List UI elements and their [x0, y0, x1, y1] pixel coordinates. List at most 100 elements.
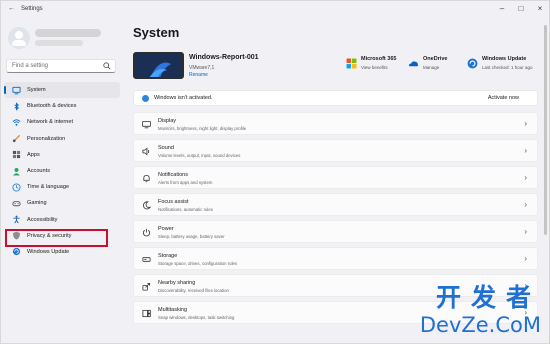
info-icon: [142, 95, 149, 102]
account-email-redacted: [35, 40, 83, 46]
card-subtitle: Snap windows, desktops, task switching: [158, 315, 235, 320]
device-name: Windows-Report-001: [189, 54, 259, 61]
quick-link-title: OneDrive: [423, 56, 448, 62]
avatar[interactable]: [8, 27, 30, 49]
apps-icon: [12, 150, 21, 159]
card-display[interactable]: Display Monitors, brightness, night ligh…: [133, 112, 538, 135]
card-sound[interactable]: Sound Volume levels, output, input, soun…: [133, 139, 538, 162]
sidebar-item-label: Bluetooth & devices: [27, 103, 77, 110]
title-bar: ← Settings – □ ×: [1, 1, 550, 21]
card-power[interactable]: Power Sleep, battery usage, battery save…: [133, 220, 538, 243]
gamepad-icon: [12, 199, 21, 208]
card-subtitle: Notifications, automatic rules: [158, 207, 213, 212]
accounts-icon: [12, 167, 21, 176]
quick-link-title: Windows Update: [482, 56, 527, 62]
card-title: Display: [158, 118, 177, 124]
sound-icon: [142, 147, 150, 156]
sidebar-item-label: Windows Update: [27, 248, 70, 255]
card-title: Storage: [158, 253, 178, 259]
windows-update-icon: [12, 247, 21, 256]
card-notifications[interactable]: Notifications Alerts from apps and syste…: [133, 166, 538, 189]
multitask-icon: [142, 309, 151, 318]
activate-now-button[interactable]: Activate now: [488, 95, 519, 101]
card-subtitle: Sleep, battery usage, battery saver: [158, 234, 225, 239]
main-content: System Windows-Report-001 VMware7,1 Rena…: [123, 21, 547, 344]
close-button[interactable]: ×: [533, 4, 547, 13]
onedrive-icon: [409, 61, 419, 67]
quick-link-windows-update[interactable]: Windows Update Last checked: 1 hour ago: [467, 56, 533, 70]
quick-link-sub: Last checked: 1 hour ago: [482, 65, 533, 70]
rename-link[interactable]: Rename: [189, 72, 208, 78]
sidebar: Find a setting System Bluetooth & device…: [1, 21, 123, 344]
bell-icon: [143, 174, 150, 183]
sidebar-item-system[interactable]: System: [4, 82, 120, 99]
system-icon: [12, 86, 21, 95]
sidebar-item-label: Network & internet: [27, 119, 74, 126]
minimize-button[interactable]: –: [495, 4, 509, 13]
card-title: Sound: [158, 145, 174, 151]
maximize-button[interactable]: □: [514, 4, 528, 13]
card-title: Nearby sharing: [158, 280, 196, 286]
sidebar-item-label: Time & language: [27, 184, 70, 191]
bluetooth-icon: [12, 102, 21, 111]
search-icon: [103, 62, 111, 70]
scrollbar-thumb[interactable]: [544, 25, 547, 235]
card-title: Notifications: [158, 172, 188, 178]
chevron-right-icon: ›: [524, 200, 527, 209]
quick-link-sub: Manage: [423, 65, 440, 70]
card-subtitle: Discoverability, received files location: [158, 288, 229, 293]
windows-update-icon: [467, 58, 478, 69]
chevron-right-icon: ›: [524, 146, 527, 155]
card-subtitle: Storage space, drives, configuration rul…: [158, 261, 238, 266]
card-multitasking[interactable]: Multitasking Snap windows, desktops, tas…: [133, 301, 538, 324]
chevron-right-icon: ›: [524, 254, 527, 263]
privacy-highlight-box: [5, 229, 108, 247]
globe-clock-icon: [12, 183, 21, 192]
sidebar-item-label: Accessibility: [27, 216, 58, 223]
card-subtitle: Volume levels, output, input, sound devi…: [158, 153, 241, 158]
sidebar-item-bluetooth[interactable]: Bluetooth & devices: [4, 98, 120, 114]
back-arrow-icon[interactable]: ←: [8, 5, 15, 12]
sidebar-item-personalization[interactable]: Personalization: [4, 131, 120, 147]
display-icon: [142, 120, 151, 129]
quick-link-title: Microsoft 365: [361, 56, 397, 62]
sidebar-item-accounts[interactable]: Accounts: [4, 163, 120, 179]
chevron-right-icon: ›: [524, 173, 527, 182]
card-storage[interactable]: Storage Storage space, drives, configura…: [133, 247, 538, 270]
storage-icon: [142, 257, 151, 262]
sidebar-item-label: System: [27, 87, 46, 94]
chevron-right-icon: ›: [524, 281, 527, 290]
network-icon: [12, 118, 21, 127]
quick-link-microsoft365[interactable]: Microsoft 365 View benefits: [346, 56, 396, 70]
card-subtitle: Alerts from apps and system: [158, 180, 213, 185]
quick-link-onedrive[interactable]: OneDrive Manage: [408, 56, 447, 70]
sidebar-item-gaming[interactable]: Gaming: [4, 195, 120, 211]
sidebar-item-label: Gaming: [27, 200, 47, 207]
settings-card-list: Display Monitors, brightness, night ligh…: [133, 112, 538, 328]
sidebar-item-label: Apps: [27, 151, 40, 158]
search-placeholder: Find a setting: [12, 63, 49, 69]
chevron-right-icon: ›: [524, 227, 527, 236]
sidebar-item-accessibility[interactable]: Accessibility: [4, 212, 120, 228]
microsoft365-icon: [346, 58, 357, 69]
search-input[interactable]: Find a setting: [6, 59, 116, 73]
sidebar-item-time-language[interactable]: Time & language: [4, 179, 120, 195]
scrollbar[interactable]: [544, 21, 547, 341]
card-focus-assist[interactable]: Focus assist Notifications, automatic ru…: [133, 193, 538, 216]
sidebar-item-label: Accounts: [27, 168, 51, 175]
sidebar-item-network[interactable]: Network & internet: [4, 114, 120, 130]
card-nearby-sharing[interactable]: Nearby sharing Discoverability, received…: [133, 274, 538, 297]
activation-message: Windows isn't activated.: [154, 95, 213, 101]
chevron-right-icon: ›: [524, 119, 527, 128]
moon-icon: [143, 201, 151, 210]
chevron-right-icon: ›: [524, 308, 527, 317]
share-icon: [142, 282, 151, 291]
windows-bloom-wallpaper: [149, 62, 171, 77]
account-name-redacted: [35, 29, 101, 37]
sidebar-item-apps[interactable]: Apps: [4, 147, 120, 163]
card-title: Focus assist: [158, 199, 189, 205]
window-title: Settings: [21, 6, 43, 12]
page-title: System: [133, 25, 180, 40]
brush-icon: [12, 134, 21, 143]
device-model: VMware7,1: [189, 65, 215, 71]
